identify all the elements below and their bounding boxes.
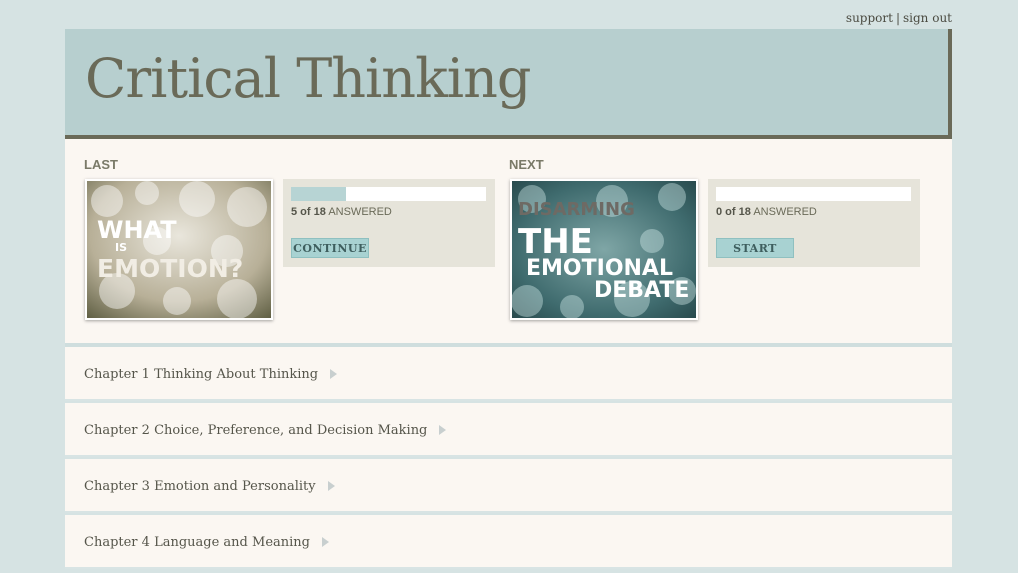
last-status-box: 5 of 18 ANSWERED CONTINUE xyxy=(283,179,495,267)
last-answered-count: 5 of 18 xyxy=(291,206,326,218)
chapter-3-title: Emotion and Personality xyxy=(154,479,316,494)
chevron-right-icon xyxy=(321,536,329,547)
next-answered-text: 0 of 18 ANSWERED xyxy=(716,206,817,218)
lessons-panel: LAST WHAT IS EMOTION? 5 of 18 ANSWERED C… xyxy=(65,139,952,343)
next-answered-label: ANSWERED xyxy=(753,206,817,218)
page-title: Critical Thinking xyxy=(85,47,531,110)
chevron-right-icon xyxy=(439,424,447,435)
last-thumbnail-image: WHAT IS EMOTION? xyxy=(87,181,271,318)
next-answered-count: 0 of 18 xyxy=(716,206,751,218)
last-answered-text: 5 of 18 ANSWERED xyxy=(291,206,392,218)
next-status-box: 0 of 18 ANSWERED START xyxy=(708,179,920,267)
chapter-2-number: Chapter 2 xyxy=(84,423,150,438)
chevron-right-icon xyxy=(327,480,335,491)
chapter-2-text: Chapter 2 Choice, Preference, and Decisi… xyxy=(84,423,447,438)
last-thumb-line-2: IS xyxy=(115,241,127,254)
top-links: support | sign out xyxy=(846,11,952,25)
next-thumbnail-image: DISARMING THE EMOTIONAL DEBATE xyxy=(512,181,696,318)
chapter-1-number: Chapter 1 xyxy=(84,367,150,382)
start-button[interactable]: START xyxy=(716,238,794,258)
last-label: LAST xyxy=(84,157,118,172)
last-progress-bar xyxy=(291,187,486,201)
next-lesson-thumbnail[interactable]: DISARMING THE EMOTIONAL DEBATE xyxy=(510,179,698,320)
sign-out-link[interactable]: sign out xyxy=(903,11,952,25)
chapter-3-number: Chapter 3 xyxy=(84,479,150,494)
last-progress-fill xyxy=(291,187,346,201)
course-header: Critical Thinking xyxy=(65,29,952,139)
chapter-1-title: Thinking About Thinking xyxy=(154,367,319,382)
chapter-row-1[interactable]: Chapter 1 Thinking About Thinking xyxy=(65,347,952,401)
last-thumb-line-1: WHAT xyxy=(97,216,177,244)
next-thumb-line-4: DEBATE xyxy=(594,278,689,303)
next-label: NEXT xyxy=(509,157,544,172)
chapter-1-text: Chapter 1 Thinking About Thinking xyxy=(84,367,338,382)
chapter-2-title: Choice, Preference, and Decision Making xyxy=(154,423,428,438)
chapter-row-3[interactable]: Chapter 3 Emotion and Personality xyxy=(65,459,952,513)
chevron-right-icon xyxy=(330,368,338,379)
next-thumb-line-1: DISARMING xyxy=(518,199,635,220)
chapter-4-title: Language and Meaning xyxy=(154,535,310,550)
continue-button[interactable]: CONTINUE xyxy=(291,238,369,258)
chapter-4-text: Chapter 4 Language and Meaning xyxy=(84,535,329,550)
last-thumb-line-3: EMOTION? xyxy=(97,254,243,283)
chapter-3-text: Chapter 3 Emotion and Personality xyxy=(84,479,335,494)
last-lesson-thumbnail[interactable]: WHAT IS EMOTION? xyxy=(85,179,273,320)
chapter-row-2[interactable]: Chapter 2 Choice, Preference, and Decisi… xyxy=(65,403,952,457)
chapter-row-4[interactable]: Chapter 4 Language and Meaning xyxy=(65,515,952,569)
support-link[interactable]: support xyxy=(846,11,893,25)
link-separator: | xyxy=(895,11,900,25)
last-answered-label: ANSWERED xyxy=(328,206,392,218)
chapter-4-number: Chapter 4 xyxy=(84,535,150,550)
next-progress-bar xyxy=(716,187,911,201)
